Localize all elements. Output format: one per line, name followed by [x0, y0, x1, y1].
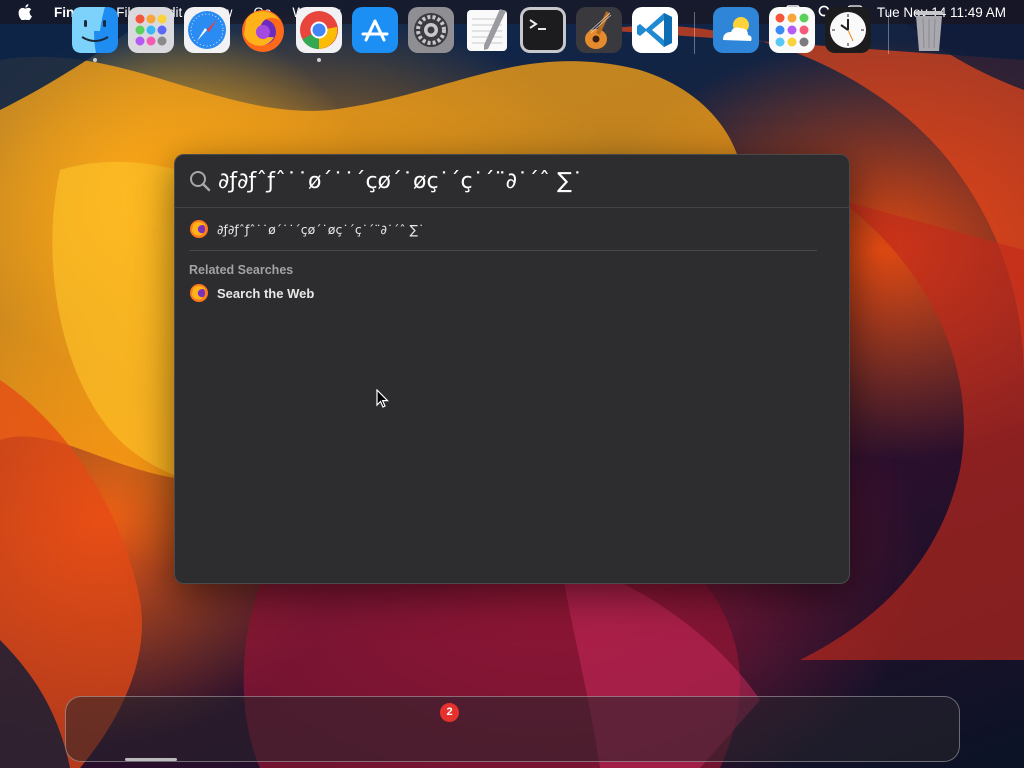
related-searches-header: Related Searches — [189, 263, 294, 277]
reminders-icon[interactable] — [769, 7, 815, 53]
launchpad-icon[interactable] — [128, 7, 174, 53]
finder-icon[interactable] — [72, 7, 118, 53]
running-indicator — [93, 58, 97, 62]
trash-icon[interactable] — [906, 7, 952, 53]
search-icon — [189, 170, 211, 192]
spotlight-search-bar — [175, 155, 849, 208]
dock — [65, 696, 960, 762]
system-settings-icon[interactable] — [408, 7, 454, 53]
spotlight-top-hit-label: ∂ƒ∂ƒˆƒˆ˙˙ø´˙˙´çø´˙øç˙´ç˙´¨∂˙´ˆ ∑˙ — [217, 221, 425, 237]
search-the-web-item[interactable]: Search the Web — [175, 281, 849, 305]
spotlight-search-input[interactable] — [218, 168, 818, 194]
garageband-icon[interactable] — [576, 7, 622, 53]
weather-icon[interactable] — [713, 7, 759, 53]
vscode-icon[interactable] — [632, 7, 678, 53]
firefox-icon[interactable] — [240, 7, 286, 53]
safari-icon[interactable] — [184, 7, 230, 53]
mouse-cursor-icon — [376, 389, 389, 408]
apple-logo-icon[interactable] — [18, 4, 34, 20]
firefox-icon — [190, 284, 208, 302]
terminal-icon[interactable] — [520, 7, 566, 53]
spotlight-divider — [189, 250, 817, 251]
dock-scroll-indicator — [125, 758, 177, 761]
running-indicator — [317, 58, 321, 62]
spotlight-window: ∂ƒ∂ƒˆƒˆ˙˙ø´˙˙´çø´˙øç˙´ç˙´¨∂˙´ˆ ∑˙ Relate… — [174, 154, 850, 584]
textedit-icon[interactable] — [464, 7, 510, 53]
app-store-icon[interactable] — [352, 7, 398, 53]
spotlight-top-hit[interactable]: ∂ƒ∂ƒˆƒˆ˙˙ø´˙˙´çø´˙øç˙´ç˙´¨∂˙´ˆ ∑˙ — [175, 217, 849, 241]
chrome-icon[interactable] — [296, 7, 342, 53]
notification-badge: 2 — [440, 703, 459, 722]
dock-separator — [694, 12, 695, 54]
firefox-icon — [190, 220, 208, 238]
search-the-web-label: Search the Web — [217, 285, 315, 301]
clock-icon[interactable] — [825, 7, 871, 53]
dock-separator — [888, 12, 889, 54]
